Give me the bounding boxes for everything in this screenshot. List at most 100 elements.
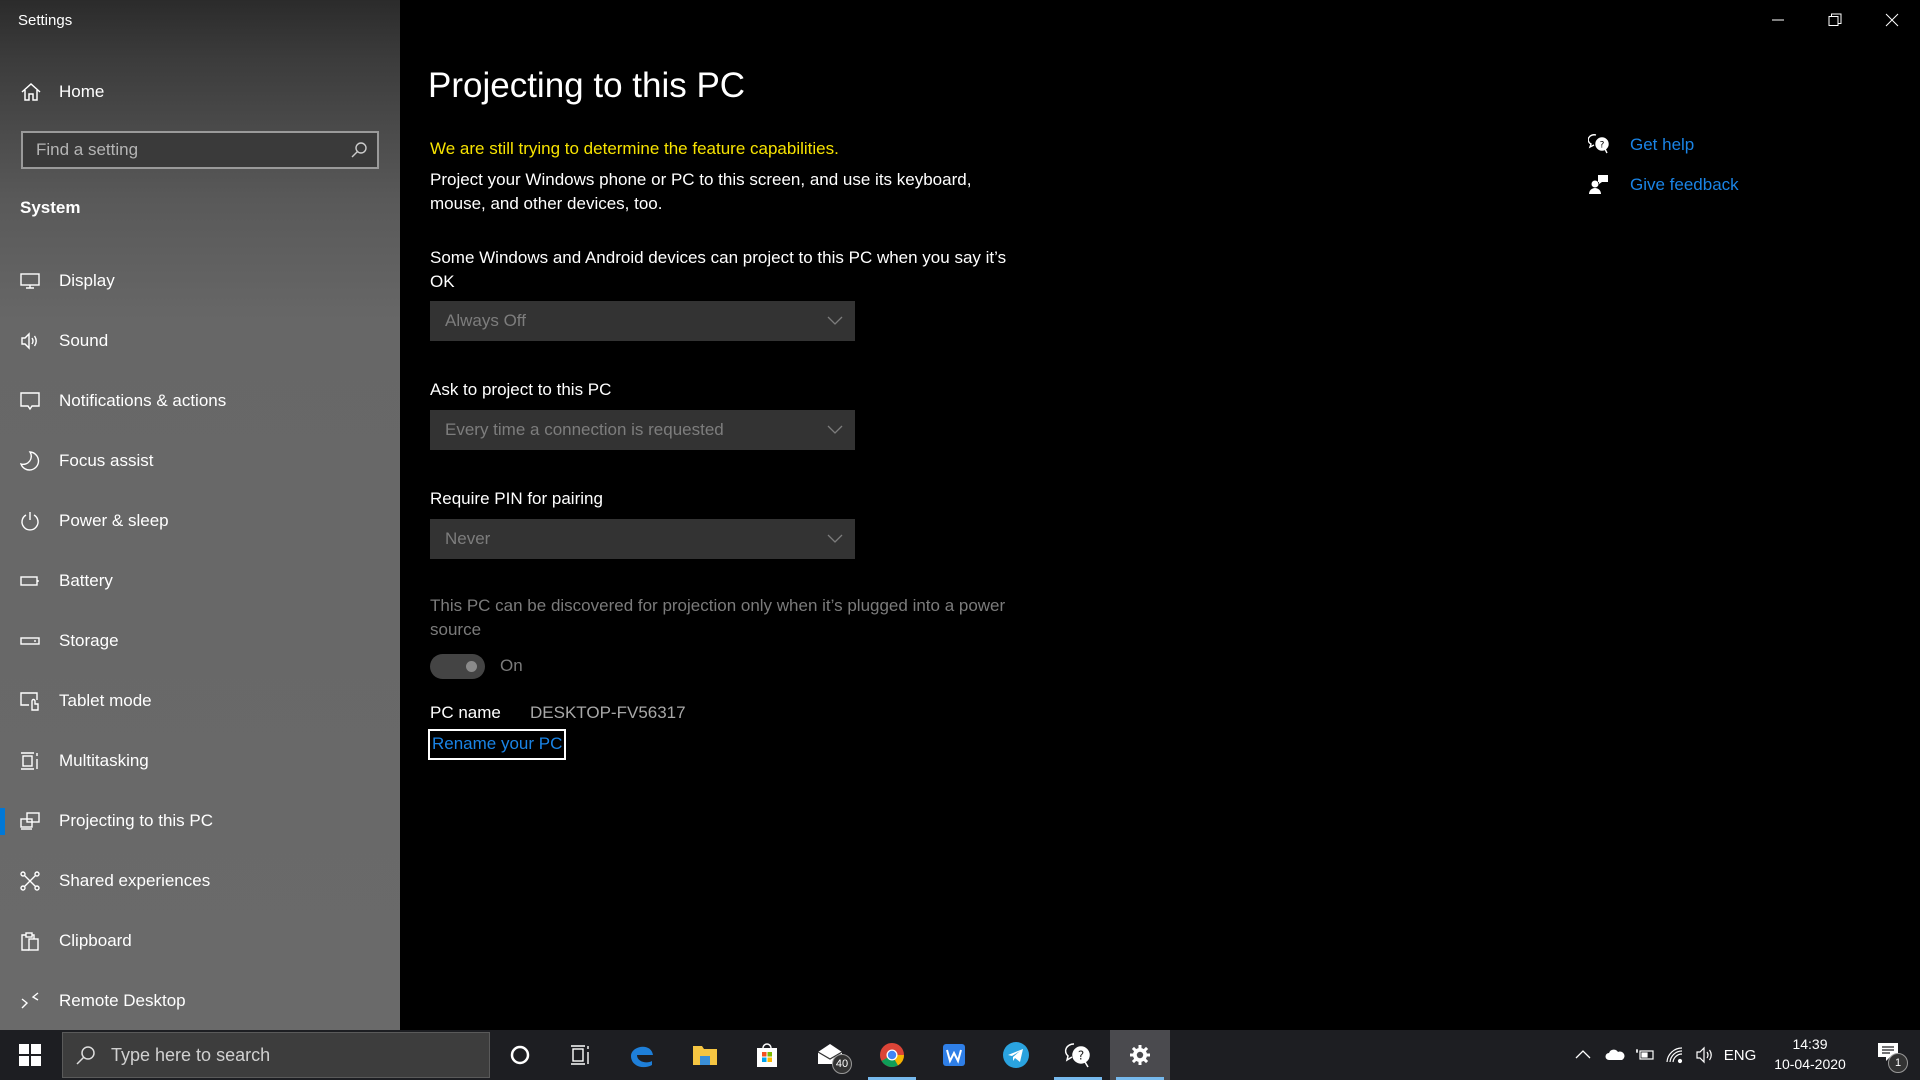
sidebar-item-power-sleep[interactable]: Power & sleep [0,491,400,551]
search-icon [76,1046,95,1065]
sidebar-item-label: Multitasking [59,751,149,770]
sidebar-item-storage[interactable]: Storage [0,611,400,671]
start-button[interactable] [0,1030,60,1080]
minimize-icon [1771,19,1784,21]
sidebar-item-label: Storage [59,631,119,650]
minimize-button[interactable] [1749,0,1806,40]
remote-desktop-icon [21,992,39,1009]
task-view-icon [571,1045,589,1065]
find-setting-search[interactable] [21,131,379,169]
sidebar-nav: Display Sound Notifications & actions Fo… [0,251,400,1031]
sidebar-item-shared-experiences[interactable]: Shared experiences [0,851,400,911]
chevron-down-icon [827,425,843,434]
active-indicator [0,808,5,835]
power-icon [21,512,39,531]
sidebar-item-focus-assist[interactable]: Focus assist [0,431,400,491]
battery-charging-icon [1636,1049,1654,1060]
volume-tray[interactable] [1690,1030,1720,1080]
chrome-icon [880,1043,904,1068]
folder-icon [693,1046,717,1065]
sidebar-item-display[interactable]: Display [0,251,400,311]
taskbar-chrome[interactable] [862,1030,922,1080]
taskbar-clock[interactable]: 14:39 10-04-2020 [1760,1034,1860,1074]
taskbar-wps[interactable] [924,1030,984,1080]
project-permission-label: Some Windows and Android devices can pro… [430,248,1007,291]
taskbar-search-placeholder: Type here to search [111,1044,271,1065]
gear-icon [1130,1045,1150,1065]
wifi-icon [1666,1047,1683,1064]
svg-text:?: ? [1078,1049,1084,1063]
taskbar-cortana[interactable] [490,1030,550,1080]
dropdown-value: Every time a connection is requested [445,420,724,439]
get-help-label: Get help [1630,135,1695,154]
restore-button[interactable] [1806,0,1863,40]
sidebar-item-projecting[interactable]: Projecting to this PC [0,791,400,851]
sidebar-item-battery[interactable]: Battery [0,551,400,611]
sidebar-item-notifications[interactable]: Notifications & actions [0,371,400,431]
store-icon [757,1043,777,1067]
taskbar: Type here to search 40 ? ENG 14:39 10-04… [0,1030,1920,1080]
taskbar-settings[interactable] [1110,1030,1170,1080]
dropdown-value: Never [445,529,491,548]
battery-tray[interactable] [1630,1030,1660,1080]
home-label: Home [59,82,105,101]
sidebar-item-label: Notifications & actions [59,391,227,410]
taskbar-file-explorer[interactable] [675,1030,735,1080]
rename-pc-link[interactable]: Rename your PC [428,729,567,760]
wifi-tray[interactable] [1660,1030,1690,1080]
require-pin-label: Require PIN for pairing [430,489,603,508]
close-button[interactable] [1863,0,1920,40]
sidebar-item-label: Focus assist [59,451,154,470]
taskbar-telegram[interactable] [986,1030,1046,1080]
sidebar: Settings Home System Display Sound Notif… [0,0,400,1030]
project-permission-dropdown[interactable]: Always Off [430,301,855,341]
capability-warning: We are still trying to determine the fea… [430,139,839,158]
app-title: Settings [18,12,73,29]
show-hidden-icons[interactable] [1568,1030,1598,1080]
onedrive-tray[interactable] [1600,1030,1630,1080]
display-icon [20,273,40,289]
sidebar-item-clipboard[interactable]: Clipboard [0,911,400,971]
sidebar-item-label: Projecting to this PC [59,811,214,830]
chevron-down-icon [827,534,843,543]
shared-experiences-icon [20,871,40,891]
chevron-down-icon [827,316,843,325]
taskbar-task-view[interactable] [550,1030,610,1080]
sidebar-item-multitasking[interactable]: Multitasking [0,731,400,791]
toggle-state-label: On [500,656,523,675]
get-help-icon: ? [1064,1043,1090,1068]
action-center-button[interactable]: 1 [1866,1030,1914,1080]
sidebar-item-label: Display [59,271,115,290]
sidebar-item-remote-desktop[interactable]: Remote Desktop [0,971,400,1031]
language-indicator[interactable]: ENG [1722,1030,1758,1080]
sidebar-item-tablet-mode[interactable]: Tablet mode [0,671,400,731]
edge-icon [631,1046,653,1068]
taskbar-get-help[interactable]: ? [1048,1030,1108,1080]
get-help-icon: ? [1588,134,1609,154]
storage-icon [20,637,40,645]
ask-to-project-dropdown[interactable]: Every time a connection is requested [430,410,855,450]
sidebar-item-label: Battery [59,571,113,590]
toggle-knob [466,661,477,672]
wps-icon [943,1044,965,1066]
sidebar-item-label: Clipboard [59,931,132,950]
main-content: Projecting to this PC We are still tryin… [428,0,1528,1030]
taskbar-mail[interactable]: 40 [800,1030,860,1080]
language-label: ENG [1723,1046,1757,1064]
sidebar-home[interactable]: Home [0,72,400,112]
pc-name-value: DESKTOP-FV56317 [530,703,686,722]
close-icon [1885,13,1898,27]
require-pin-dropdown[interactable]: Never [430,519,855,559]
taskbar-edge[interactable] [612,1030,672,1080]
sidebar-item-label: Shared experiences [59,871,211,890]
power-source-toggle[interactable] [430,654,485,679]
page-title: Projecting to this PC [428,66,746,105]
taskbar-store[interactable] [737,1030,797,1080]
find-setting-input[interactable] [23,140,333,160]
battery-icon [20,576,39,586]
search-icon[interactable] [350,141,368,159]
chevron-up-icon [1575,1050,1591,1059]
sidebar-item-sound[interactable]: Sound [0,311,400,371]
sidebar-item-label: Remote Desktop [59,991,186,1010]
taskbar-search[interactable]: Type here to search [62,1032,490,1078]
